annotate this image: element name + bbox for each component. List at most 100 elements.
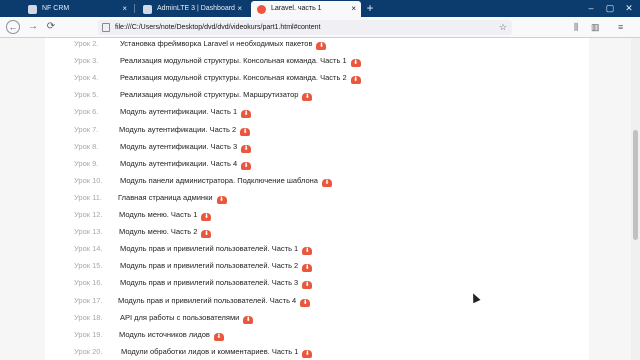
lesson-title[interactable]: Модуль аутентификации. Часть 2 xyxy=(119,125,236,134)
lesson-number: Урок 8. xyxy=(74,141,99,151)
lesson-title[interactable]: Модуль меню. Часть 2 xyxy=(119,227,197,236)
tab-nf-crm[interactable]: NF CRM × xyxy=(22,1,132,17)
cloud-download-icon[interactable]: ⬇ xyxy=(201,213,212,221)
lesson-title[interactable]: API для работы с пользователями xyxy=(120,313,239,322)
cloud-download-icon[interactable]: ⬇ xyxy=(302,93,313,102)
lesson-link[interactable]: Главная страница админки ⬇ xyxy=(118,192,227,204)
lesson-title[interactable]: Модуль прав и привилегий пользователей. … xyxy=(118,296,296,305)
lesson-row: Урок 11. Главная страница админки ⬇ xyxy=(45,192,589,209)
back-button[interactable]: ← xyxy=(6,20,20,34)
close-window-button[interactable]: ✕ xyxy=(622,0,636,16)
lesson-title[interactable]: Модуль аутентификации. Часть 4 xyxy=(120,159,237,168)
close-tab-icon[interactable]: × xyxy=(237,1,242,17)
lesson-title[interactable]: Модули обработки лидов и комментариев. Ч… xyxy=(121,347,298,356)
cloud-download-icon[interactable]: ⬇ xyxy=(300,298,311,307)
lesson-link[interactable]: Модуль аутентификации. Часть 2 ⬇ xyxy=(119,124,251,136)
minimize-button[interactable]: – xyxy=(584,0,598,16)
lesson-link[interactable]: Реализация модульной структуры. Консольн… xyxy=(120,72,361,85)
cloud-download-icon[interactable]: ⬇ xyxy=(321,178,332,187)
close-tab-icon[interactable]: × xyxy=(122,1,127,17)
lesson-number: Урок 18. xyxy=(74,312,103,322)
nf-logo-icon xyxy=(28,5,37,14)
lesson-link[interactable]: Установка фреймворка Laravel и необходим… xyxy=(120,38,327,50)
cloud-download-icon[interactable]: ⬇ xyxy=(241,161,252,170)
lesson-row: Урок 2. Установка фреймворка Laravel и не… xyxy=(45,38,589,55)
lesson-link[interactable]: Модуль аутентификации. Часть 3 ⬇ xyxy=(120,141,252,153)
lesson-title[interactable]: Главная страница админки xyxy=(118,193,213,202)
menu-icon[interactable]: ≡ xyxy=(618,21,623,34)
sidebar-icon[interactable]: ▥ xyxy=(591,21,600,34)
cloud-download-icon[interactable]: ⬇ xyxy=(302,281,313,290)
lesson-link[interactable]: Модуль меню. Часть 1 ⬇ xyxy=(119,209,212,221)
cloud-download-icon[interactable]: ⬇ xyxy=(216,195,227,204)
lesson-link[interactable]: Модуль прав и привилегий пользователей. … xyxy=(120,277,313,290)
lesson-title[interactable]: Модуль прав и привилегий пользователей. … xyxy=(120,244,298,253)
lesson-link[interactable]: Реализация модульной структуры. Консольн… xyxy=(120,55,361,68)
lesson-number: Урок 13. xyxy=(74,227,103,237)
tab-laravel[interactable]: Laravel. часть 1 × xyxy=(251,1,361,17)
cloud-download-icon[interactable]: ⬇ xyxy=(316,42,327,50)
lesson-row: Урок 8. Модуль аутентификации. Часть 3 ⬇ xyxy=(45,141,589,158)
lesson-number: Урок 3. xyxy=(74,56,99,66)
cloud-download-icon[interactable]: ⬇ xyxy=(302,264,313,273)
lesson-title[interactable]: Установка фреймворка Laravel и необходим… xyxy=(120,39,312,48)
lesson-row: Урок 20. Модули обработки лидов и коммент… xyxy=(45,346,589,360)
tab-strip: NF CRM × AdminLTE 3 | Dashboard × Larave… xyxy=(0,0,640,17)
cloud-download-icon[interactable]: ⬇ xyxy=(243,315,254,324)
cloud-download-icon[interactable]: ⬇ xyxy=(240,127,251,136)
scrollbar[interactable] xyxy=(631,38,640,360)
lesson-title[interactable]: Модуль источников лидов xyxy=(119,330,210,339)
close-tab-icon[interactable]: × xyxy=(351,1,356,17)
lesson-row: Урок 6. Модуль аутентификации. Часть 1 ⬇ xyxy=(45,106,589,123)
lesson-row: Урок 10. Модуль панели администратора. По… xyxy=(45,175,589,192)
lesson-link[interactable]: Модуль прав и привилегий пользователей. … xyxy=(120,260,313,273)
cloud-download-icon[interactable]: ⬇ xyxy=(350,59,361,68)
bookmark-star-icon[interactable]: ☆ xyxy=(499,20,507,35)
tab-separator xyxy=(134,4,135,13)
lesson-row: Урок 9. Модуль аутентификации. Часть 4 ⬇ xyxy=(45,158,589,175)
lesson-number: Урок 2. xyxy=(74,39,99,48)
laravel-icon xyxy=(257,5,266,14)
cloud-download-icon[interactable]: ⬇ xyxy=(302,349,313,358)
lesson-title[interactable]: Реализация модульной структуры. Консольн… xyxy=(120,73,347,82)
lesson-title[interactable]: Модуль аутентификации. Часть 3 xyxy=(120,142,237,151)
tab-adminlte[interactable]: AdminLTE 3 | Dashboard × xyxy=(137,1,247,17)
page-icon xyxy=(102,23,110,32)
cloud-download-icon[interactable]: ⬇ xyxy=(241,110,252,119)
cloud-download-icon[interactable]: ⬇ xyxy=(241,144,252,153)
tab-title: NF CRM xyxy=(42,5,70,12)
cloud-download-icon[interactable]: ⬇ xyxy=(213,332,224,341)
scrollbar-thumb[interactable] xyxy=(633,130,638,240)
url-text[interactable]: file:///C:/Users/note/Desktop/dvd/dvd/vi… xyxy=(115,20,320,35)
lesson-title[interactable]: Модуль аутентификации. Часть 1 xyxy=(120,107,237,116)
lesson-row: Урок 18. API для работы с пользователями ⬇ xyxy=(45,312,589,329)
lesson-link[interactable]: Модуль аутентификации. Часть 4 ⬇ xyxy=(120,158,252,170)
reload-button[interactable]: ⟳ xyxy=(44,20,58,34)
forward-button[interactable]: → xyxy=(26,20,40,34)
new-tab-button[interactable]: + xyxy=(364,0,376,16)
cloud-download-icon[interactable]: ⬇ xyxy=(350,76,361,85)
lesson-link[interactable]: Модули обработки лидов и комментариев. Ч… xyxy=(121,346,313,358)
library-icon[interactable]: ⫼ xyxy=(574,21,578,34)
lesson-title[interactable]: Модуль прав и привилегий пользователей. … xyxy=(120,261,298,270)
lesson-link[interactable]: Модуль прав и привилегий пользователей. … xyxy=(118,295,311,307)
lesson-link[interactable]: API для работы с пользователями ⬇ xyxy=(120,312,254,324)
lesson-link[interactable]: Модуль меню. Часть 2 ⬇ xyxy=(119,226,212,239)
lesson-title[interactable]: Модуль панели администратора. Подключени… xyxy=(120,176,318,185)
lesson-title[interactable]: Модуль прав и привилегий пользователей. … xyxy=(120,278,298,287)
lesson-number: Урок 14. xyxy=(74,244,103,254)
lesson-link[interactable]: Модуль панели администратора. Подключени… xyxy=(120,175,332,187)
address-bar[interactable]: file:///C:/Users/note/Desktop/dvd/dvd/vi… xyxy=(98,20,512,35)
lesson-title[interactable]: Реализация модульной структуры. Консольн… xyxy=(120,56,347,65)
tab-title: Laravel. часть 1 xyxy=(271,5,322,12)
lesson-link[interactable]: Модуль аутентификации. Часть 1 ⬇ xyxy=(120,106,252,119)
lesson-link[interactable]: Модуль источников лидов ⬇ xyxy=(119,329,224,341)
maximize-button[interactable]: ▢ xyxy=(603,0,617,16)
cloud-download-icon[interactable]: ⬇ xyxy=(302,247,313,256)
adminlte-icon xyxy=(143,5,152,14)
lesson-title[interactable]: Модуль меню. Часть 1 xyxy=(119,210,197,219)
cloud-download-icon[interactable]: ⬇ xyxy=(201,230,212,239)
lesson-link[interactable]: Модуль прав и привилегий пользователей. … xyxy=(120,243,313,256)
lesson-title[interactable]: Реализация модульной структуры. Маршрути… xyxy=(120,90,298,99)
lesson-link[interactable]: Реализация модульной структуры. Маршрути… xyxy=(120,89,313,102)
